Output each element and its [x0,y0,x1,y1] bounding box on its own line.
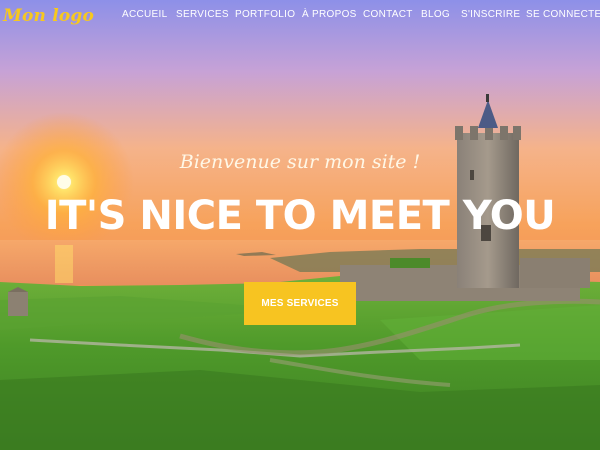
hero-subtitle: Bienvenue sur mon site ! [179,151,421,173]
nav-item-contact[interactable]: CONTACT [363,9,413,20]
nav-item-a-propos[interactable]: À PROPOS [302,9,357,20]
top-navbar: Mon logo ACCUEIL SERVICES PORTFOLIO À PR… [0,0,600,34]
hero-title: IT'S NICE TO MEET YOU [44,193,556,239]
nav-item-accueil[interactable]: ACCUEIL [122,9,167,20]
site-logo[interactable]: Mon logo [3,6,94,26]
mes-services-button[interactable]: MES SERVICES [244,282,356,325]
nav-item-portfolio[interactable]: PORTFOLIO [235,9,295,20]
nav-item-blog[interactable]: BLOG [421,9,450,20]
nav-item-services[interactable]: SERVICES [176,9,229,20]
nav-item-se-connecter[interactable]: SE CONNECTER [526,9,600,20]
nav-item-sinscrire[interactable]: S'INSCRIRE [461,9,520,20]
